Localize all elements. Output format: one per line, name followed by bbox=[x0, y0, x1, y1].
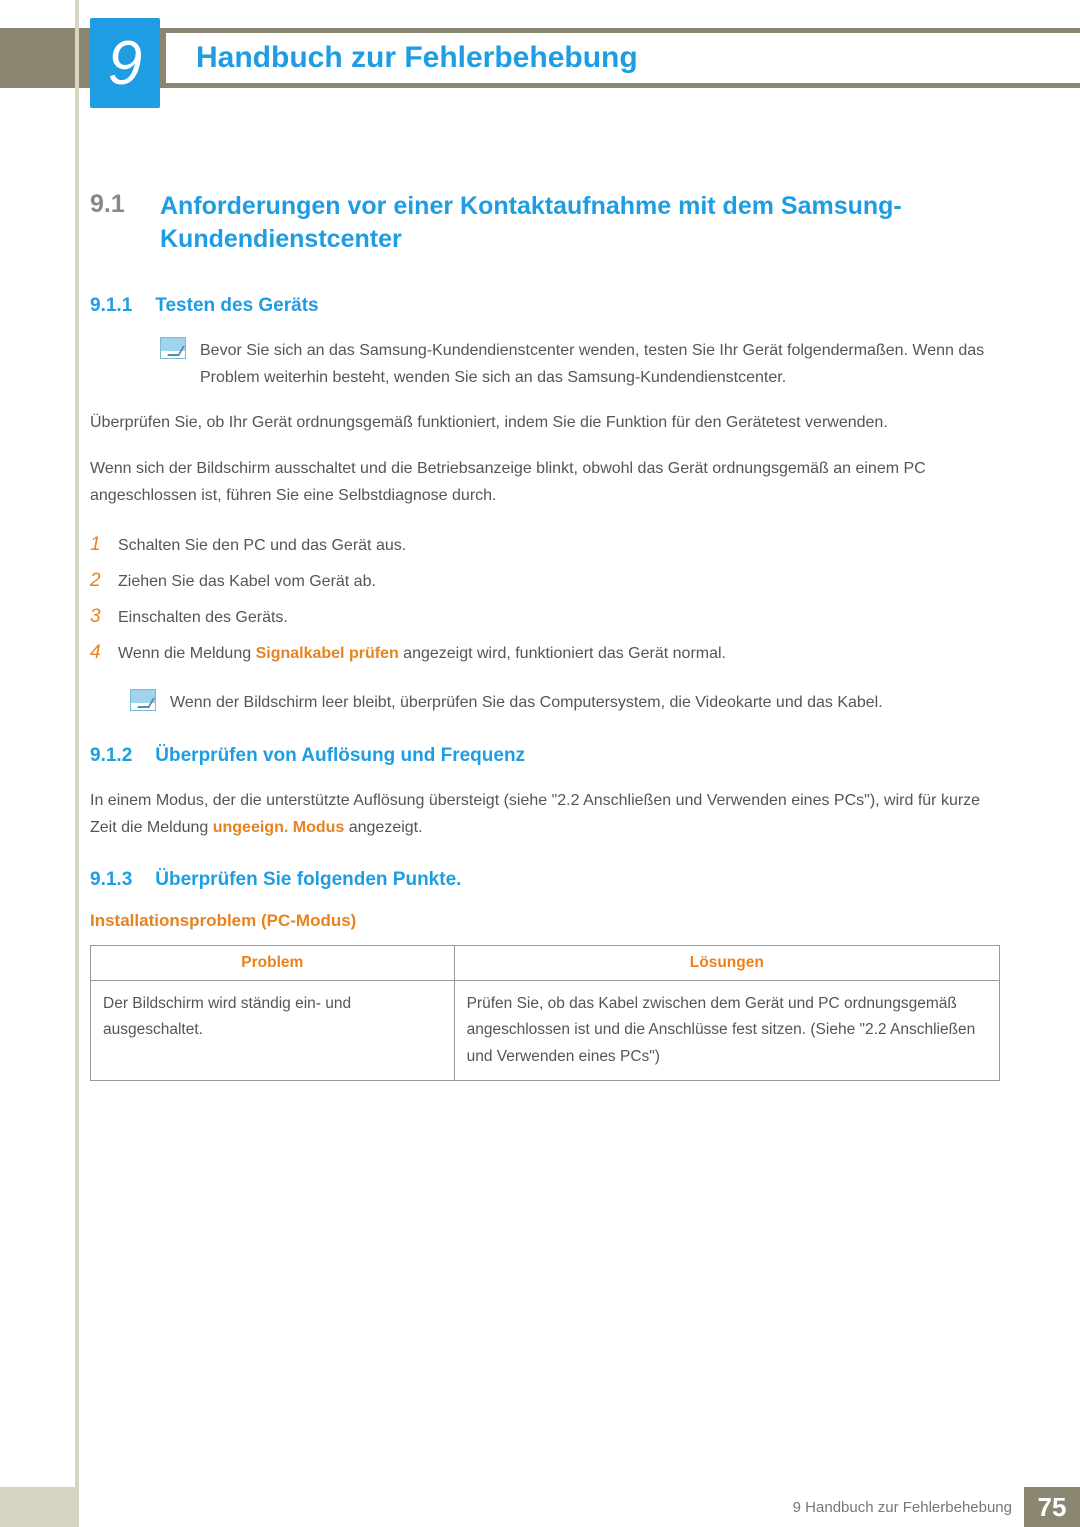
subsection-number: 9.1.2 bbox=[90, 745, 150, 767]
step-highlight: Signalkabel prüfen bbox=[256, 645, 399, 662]
subsection-number: 9.1.1 bbox=[90, 295, 150, 317]
body-paragraph: Wenn sich der Bildschirm ausschaltet und… bbox=[90, 455, 1000, 509]
left-margin-rail bbox=[75, 0, 79, 1487]
subsection-9-1-2: 9.1.2 Überprüfen von Auflösung und Frequ… bbox=[160, 745, 1000, 841]
section-number: 9.1 bbox=[90, 190, 160, 219]
page-content: 9.1 Anforderungen vor einer Kontaktaufna… bbox=[90, 190, 1000, 1109]
table-cell-solution: Prüfen Sie, ob das Kabel zwischen dem Ge… bbox=[454, 980, 999, 1080]
step-text: Ziehen Sie das Kabel vom Gerät ab. bbox=[118, 567, 376, 597]
note-block: Bevor Sie sich an das Samsung-Kundendien… bbox=[160, 337, 1000, 391]
note-block: Wenn der Bildschirm leer bleibt, überprü… bbox=[130, 689, 1000, 716]
step-number: 4 bbox=[90, 635, 118, 671]
body-paragraph: Überprüfen Sie, ob Ihr Gerät ordnungsgem… bbox=[90, 409, 1000, 436]
section-heading: 9.1 Anforderungen vor einer Kontaktaufna… bbox=[90, 190, 1000, 255]
subsection-heading: 9.1.3 Überprüfen Sie folgenden Punkte. bbox=[90, 869, 1000, 891]
group-title: Installationsproblem (PC-Modus) bbox=[90, 911, 1000, 931]
subsection-heading: 9.1.2 Überprüfen von Auflösung und Frequ… bbox=[90, 745, 1000, 767]
note-icon bbox=[130, 689, 156, 711]
step-item: 2 Ziehen Sie das Kabel vom Gerät ab. bbox=[90, 563, 1000, 599]
step-number: 1 bbox=[90, 527, 118, 563]
chapter-number-tab: 9 bbox=[90, 18, 160, 108]
page-number: 75 bbox=[1024, 1487, 1080, 1527]
table-row: Der Bildschirm wird ständig ein- und aus… bbox=[91, 980, 1000, 1080]
step-list: 1 Schalten Sie den PC und das Gerät aus.… bbox=[90, 527, 1000, 671]
footer-spacer bbox=[79, 1487, 793, 1527]
subsection-9-1-1: 9.1.1 Testen des Geräts Bevor Sie sich a… bbox=[160, 295, 1000, 717]
step-text: Schalten Sie den PC und das Gerät aus. bbox=[118, 531, 406, 561]
subsection-heading: 9.1.1 Testen des Geräts bbox=[90, 295, 1000, 317]
step-text: Einschalten des Geräts. bbox=[118, 603, 288, 633]
step-text-pre: Wenn die Meldung bbox=[118, 645, 256, 662]
troubleshoot-table: Problem Lösungen Der Bildschirm wird stä… bbox=[90, 945, 1000, 1081]
table-cell-problem: Der Bildschirm wird ständig ein- und aus… bbox=[91, 980, 455, 1080]
step-item: 4 Wenn die Meldung Signalkabel prüfen an… bbox=[90, 635, 1000, 671]
body-paragraph: In einem Modus, der die unterstützte Auf… bbox=[90, 787, 1000, 841]
note-text: Wenn der Bildschirm leer bleibt, überprü… bbox=[170, 689, 883, 716]
section-title: Anforderungen vor einer Kontaktaufnahme … bbox=[160, 190, 1000, 255]
subsection-title: Überprüfen von Auflösung und Frequenz bbox=[155, 745, 525, 766]
subsection-title: Überprüfen Sie folgenden Punkte. bbox=[155, 869, 461, 890]
subsection-9-1-3: 9.1.3 Überprüfen Sie folgenden Punkte. I… bbox=[160, 869, 1000, 1081]
document-page: 9 Handbuch zur Fehlerbehebung 9.1 Anford… bbox=[0, 0, 1080, 1527]
paragraph-highlight: ungeeign. Modus bbox=[213, 819, 345, 836]
footer-chapter-label: 9 Handbuch zur Fehlerbehebung bbox=[793, 1487, 1024, 1527]
paragraph-post: angezeigt. bbox=[344, 819, 422, 836]
subsection-title: Testen des Geräts bbox=[155, 295, 318, 316]
step-item: 3 Einschalten des Geräts. bbox=[90, 599, 1000, 635]
step-number: 3 bbox=[90, 599, 118, 635]
table-header-row: Problem Lösungen bbox=[91, 945, 1000, 980]
step-item: 1 Schalten Sie den PC und das Gerät aus. bbox=[90, 527, 1000, 563]
chapter-title-bar: Handbuch zur Fehlerbehebung bbox=[166, 33, 1080, 83]
step-text-post: angezeigt wird, funktioniert das Gerät n… bbox=[399, 645, 726, 662]
chapter-title: Handbuch zur Fehlerbehebung bbox=[196, 41, 638, 75]
note-text: Bevor Sie sich an das Samsung-Kundendien… bbox=[200, 337, 1000, 391]
page-footer: 9 Handbuch zur Fehlerbehebung 75 bbox=[0, 1487, 1080, 1527]
note-icon bbox=[160, 337, 186, 359]
subsection-number: 9.1.3 bbox=[90, 869, 150, 891]
table-header-problem: Problem bbox=[91, 945, 455, 980]
step-number: 2 bbox=[90, 563, 118, 599]
footer-rail bbox=[0, 1487, 79, 1527]
step-text: Wenn die Meldung Signalkabel prüfen ange… bbox=[118, 639, 726, 669]
table-header-solution: Lösungen bbox=[454, 945, 999, 980]
